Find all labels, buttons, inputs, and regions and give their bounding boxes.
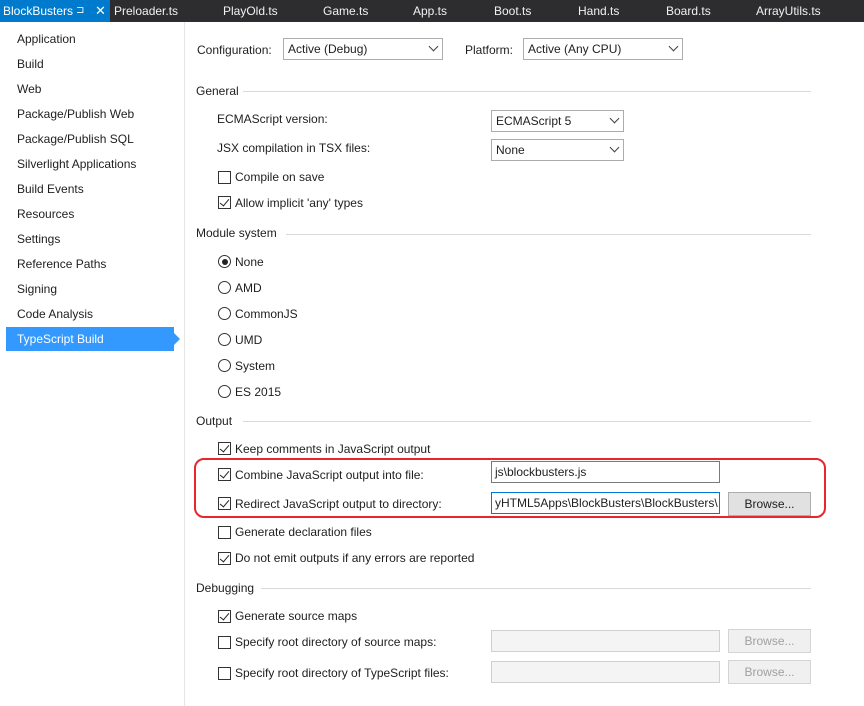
- sidebar-item-code-analysis[interactable]: Code Analysis: [6, 302, 174, 326]
- document-tab-strip: BlockBusters ⊐ ✕ Preloader.ts PlayOld.ts…: [0, 0, 864, 22]
- module-commonjs-radio[interactable]: [218, 307, 231, 320]
- section-divider: [243, 421, 811, 422]
- ecma-version-label: ECMAScript version:: [217, 112, 328, 126]
- module-umd-radio[interactable]: [218, 333, 231, 346]
- root-source-maps-checkbox[interactable]: [218, 636, 231, 649]
- highlight-annotation: [194, 458, 826, 518]
- module-amd-radio[interactable]: [218, 281, 231, 294]
- chevron-down-icon: [428, 41, 439, 52]
- tab-label: Preloader.ts: [114, 4, 179, 18]
- sidebar-item-build[interactable]: Build: [6, 52, 174, 76]
- tab-label: BlockBusters: [3, 4, 74, 18]
- tab-hand[interactable]: Hand.ts: [578, 0, 619, 22]
- sidebar-item-reference-paths[interactable]: Reference Paths: [6, 252, 174, 276]
- module-none-label: None: [235, 255, 264, 269]
- platform-value: Active (Any CPU): [528, 42, 622, 56]
- section-debugging-title: Debugging: [196, 581, 255, 595]
- section-module-system-title: Module system: [196, 226, 277, 240]
- section-divider: [261, 588, 811, 589]
- section-general-title: General: [196, 84, 239, 98]
- jsx-compilation-value: None: [496, 143, 525, 157]
- tab-label: Board.ts: [666, 4, 711, 18]
- keep-comments-checkbox[interactable]: [218, 442, 231, 455]
- section-divider: [243, 91, 811, 92]
- root-ts-files-input[interactable]: [491, 661, 720, 683]
- chevron-down-icon: [668, 41, 679, 52]
- tab-blockbusters[interactable]: BlockBusters ⊐ ✕: [0, 0, 110, 22]
- sidebar-item-application[interactable]: Application: [6, 27, 174, 51]
- section-output-title: Output: [196, 414, 233, 428]
- tab-app[interactable]: App.ts: [413, 0, 447, 22]
- configuration-value: Active (Debug): [288, 42, 368, 56]
- sidebar-item-web[interactable]: Web: [6, 77, 174, 101]
- sidebar-item-settings[interactable]: Settings: [6, 227, 174, 251]
- ecma-version-dropdown[interactable]: ECMAScript 5: [491, 110, 624, 132]
- sidebar-nav: Application Build Web Package/Publish We…: [0, 22, 182, 706]
- platform-dropdown[interactable]: Active (Any CPU): [523, 38, 683, 60]
- module-es2015-radio[interactable]: [218, 385, 231, 398]
- sidebar-item-silverlight-applications[interactable]: Silverlight Applications: [6, 152, 174, 176]
- configuration-dropdown[interactable]: Active (Debug): [283, 38, 443, 60]
- generate-declaration-checkbox[interactable]: [218, 526, 231, 539]
- module-system-radio[interactable]: [218, 359, 231, 372]
- tab-arrayutils[interactable]: ArrayUtils.ts: [756, 0, 821, 22]
- module-es2015-label: ES 2015: [235, 385, 282, 399]
- browse-source-maps-button[interactable]: Browse...: [728, 629, 811, 653]
- sidebar-item-package-publish-web[interactable]: Package/Publish Web: [6, 102, 174, 126]
- module-amd-label: AMD: [235, 281, 262, 295]
- sidebar-item-signing[interactable]: Signing: [6, 277, 174, 301]
- tab-board[interactable]: Board.ts: [666, 0, 711, 22]
- tab-label: ArrayUtils.ts: [756, 4, 821, 18]
- tab-boot[interactable]: Boot.ts: [494, 0, 531, 22]
- jsx-compilation-label: JSX compilation in TSX files:: [217, 141, 371, 155]
- keep-comments-label: Keep comments in JavaScript output: [235, 442, 431, 456]
- pin-icon[interactable]: ⊐: [76, 0, 84, 22]
- tab-label: PlayOld.ts: [223, 4, 278, 18]
- jsx-compilation-dropdown[interactable]: None: [491, 139, 624, 161]
- compile-on-save-label: Compile on save: [235, 170, 325, 184]
- root-ts-files-label: Specify root directory of TypeScript fil…: [235, 666, 449, 680]
- allow-implicit-any-checkbox[interactable]: [218, 196, 231, 209]
- chevron-down-icon: [609, 142, 620, 153]
- section-divider: [286, 234, 811, 235]
- chevron-down-icon: [609, 113, 620, 124]
- root-source-maps-label: Specify root directory of source maps:: [235, 635, 437, 649]
- sidebar-item-resources[interactable]: Resources: [6, 202, 174, 226]
- allow-implicit-any-label: Allow implicit 'any' types: [235, 196, 363, 210]
- sidebar-item-build-events[interactable]: Build Events: [6, 177, 174, 201]
- no-emit-on-error-label: Do not emit outputs if any errors are re…: [235, 551, 475, 565]
- browse-ts-files-button[interactable]: Browse...: [728, 660, 811, 684]
- compile-on-save-checkbox[interactable]: [218, 171, 231, 184]
- tab-preloader[interactable]: Preloader.ts: [114, 0, 178, 22]
- root-ts-files-checkbox[interactable]: [218, 667, 231, 680]
- generate-source-maps-checkbox[interactable]: [218, 610, 231, 623]
- tab-playold[interactable]: PlayOld.ts: [223, 0, 278, 22]
- close-icon[interactable]: ✕: [95, 0, 106, 22]
- platform-label: Platform:: [465, 43, 514, 57]
- module-commonjs-label: CommonJS: [235, 307, 298, 321]
- module-system-label: System: [235, 359, 276, 373]
- module-umd-label: UMD: [235, 333, 263, 347]
- tab-label: Game.ts: [323, 4, 369, 18]
- tab-label: App.ts: [413, 4, 448, 18]
- module-none-radio[interactable]: [218, 255, 231, 268]
- tab-label: Boot.ts: [494, 4, 532, 18]
- tab-game[interactable]: Game.ts: [323, 0, 368, 22]
- generate-source-maps-label: Generate source maps: [235, 609, 358, 623]
- generate-declaration-label: Generate declaration files: [235, 525, 372, 539]
- sidebar-divider: [184, 22, 185, 706]
- root-source-maps-input[interactable]: [491, 630, 720, 652]
- configuration-label: Configuration:: [197, 43, 272, 57]
- ecma-version-value: ECMAScript 5: [496, 114, 572, 128]
- sidebar-item-typescript-build[interactable]: TypeScript Build: [6, 327, 180, 351]
- tab-label: Hand.ts: [578, 4, 620, 18]
- sidebar-item-package-publish-sql[interactable]: Package/Publish SQL: [6, 127, 174, 151]
- no-emit-on-error-checkbox[interactable]: [218, 552, 231, 565]
